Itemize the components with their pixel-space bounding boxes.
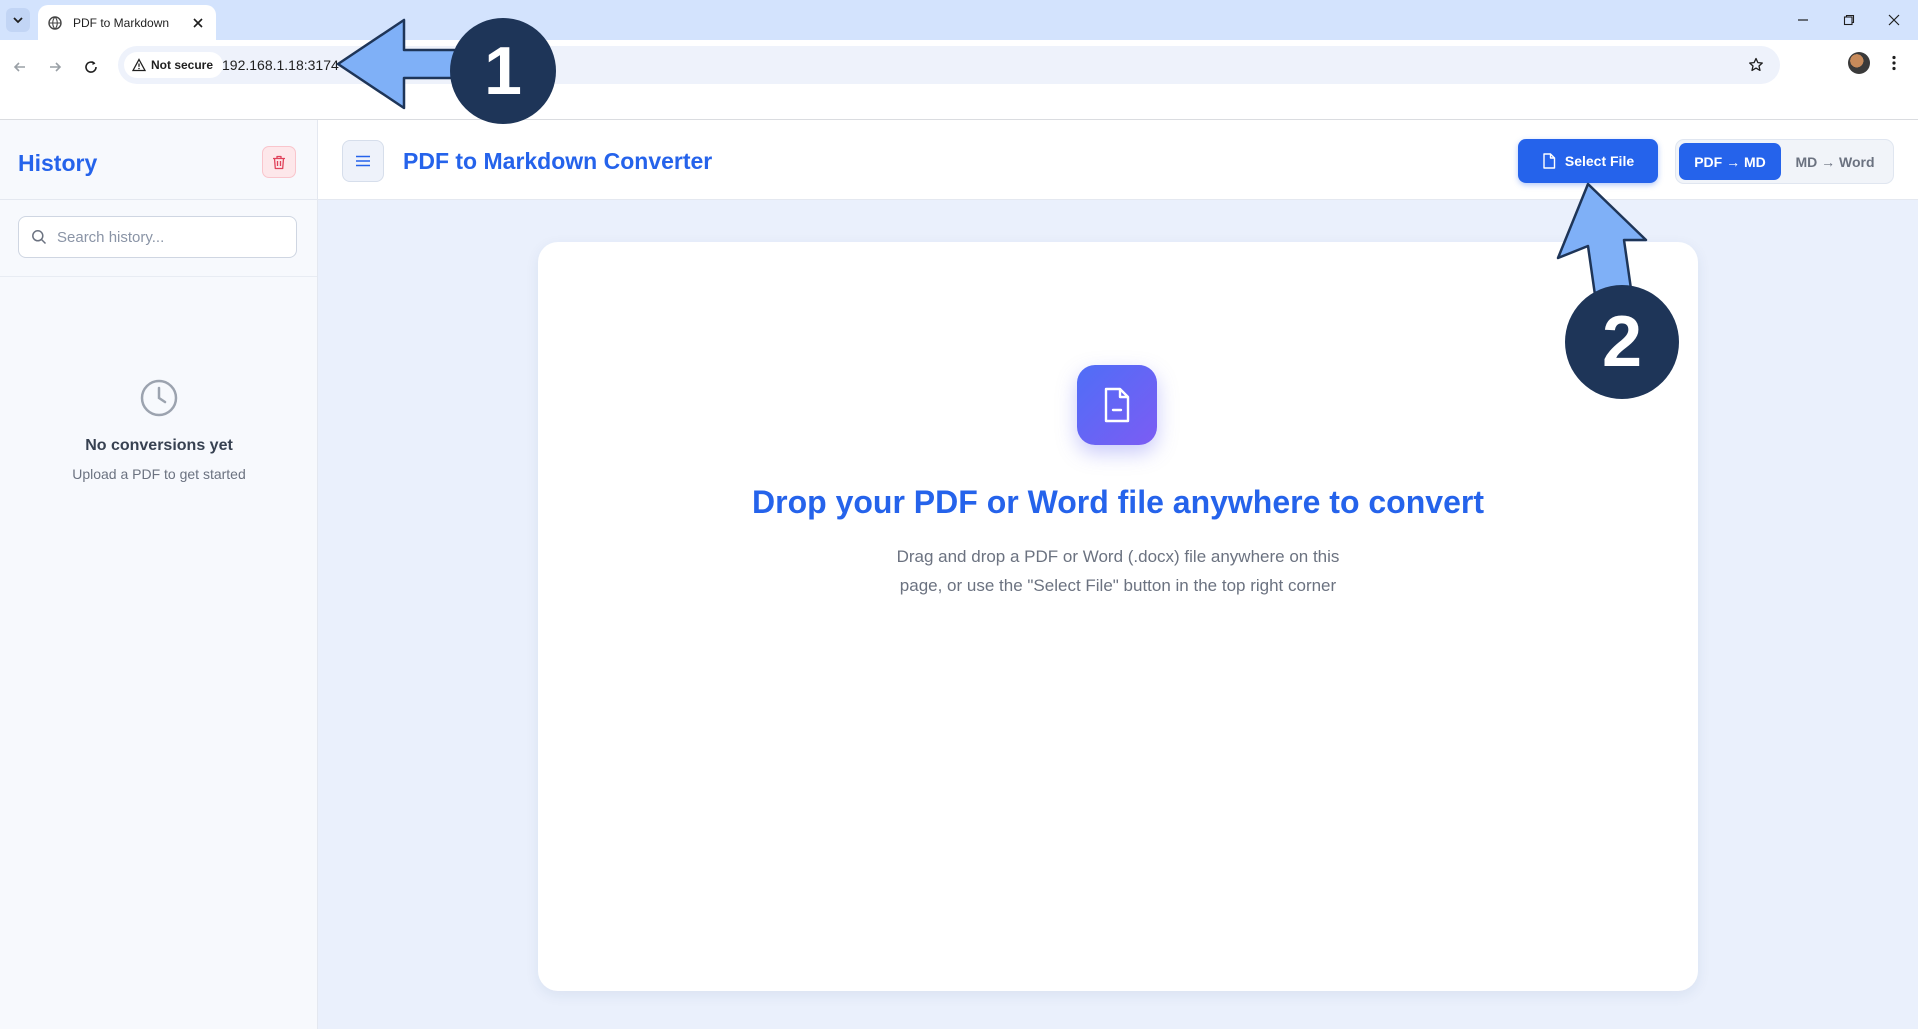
more-vertical-icon [1892, 55, 1896, 71]
globe-icon [48, 15, 64, 31]
browser-tab[interactable]: PDF to Markdown [38, 5, 216, 40]
security-label: Not secure [151, 58, 214, 72]
browser-tab-bar: PDF to Markdown [0, 0, 1918, 40]
empty-state-subtitle: Upload a PDF to get started [72, 466, 246, 482]
annotation-step-1: 1 [450, 18, 556, 124]
arrow-right-icon [50, 62, 62, 72]
main-content: PDF to Markdown Converter Select File PD… [318, 120, 1918, 1029]
close-icon [1888, 14, 1900, 26]
drop-description: Drag and drop a PDF or Word (.docx) file… [896, 547, 1340, 595]
close-window-button[interactable] [1874, 8, 1914, 32]
drop-title: Drop your PDF or Word file anywhere to c… [752, 484, 1484, 520]
sidebar-title: History [18, 150, 98, 176]
security-chip[interactable]: Not secure [124, 52, 224, 78]
reload-button[interactable] [75, 51, 107, 83]
mode-md-to-word[interactable]: MD → Word [1781, 143, 1889, 180]
clock-icon [140, 379, 178, 417]
sidebar-header: History [0, 120, 317, 200]
profile-avatar[interactable] [1848, 52, 1870, 74]
tab-search-button[interactable] [6, 8, 30, 32]
arrow-left-icon [13, 62, 25, 72]
mode-pdf-to-md[interactable]: PDF → MD [1679, 143, 1781, 180]
minimize-icon [1798, 19, 1808, 21]
browser-toolbar: Not secure 192.168.1.18:3174 [0, 40, 1918, 120]
url-text[interactable]: 192.168.1.18:3174 [222, 57, 339, 73]
warning-icon [132, 58, 146, 72]
forward-button[interactable] [39, 51, 71, 83]
page-title: PDF to Markdown Converter [403, 148, 713, 174]
annotation-step-2: 2 [1565, 285, 1679, 399]
select-file-label: Select File [1564, 153, 1635, 169]
history-sidebar: History No conversions yet Upload a PDF … [0, 120, 318, 1029]
drop-zone[interactable]: Drop your PDF or Word file anywhere to c… [538, 242, 1698, 991]
toggle-sidebar-button[interactable] [342, 140, 384, 182]
file-icon [1543, 153, 1556, 169]
restore-window-button[interactable] [1829, 8, 1869, 32]
clear-history-button[interactable] [262, 146, 296, 178]
chevron-down-icon [13, 17, 23, 24]
history-search-box[interactable] [18, 216, 297, 258]
document-icon [1077, 365, 1157, 445]
browser-menu-button[interactable] [1882, 51, 1906, 75]
menu-icon [356, 155, 370, 167]
history-empty-state: No conversions yet Upload a PDF to get s… [0, 378, 318, 482]
tab-title: PDF to Markdown [73, 15, 170, 30]
bookmark-star-icon[interactable] [1746, 55, 1766, 75]
history-search-section [0, 200, 317, 277]
select-file-button[interactable]: Select File [1518, 139, 1658, 183]
empty-state-title: No conversions yet [85, 437, 233, 454]
app-header: PDF to Markdown Converter Select File PD… [318, 120, 1918, 200]
search-icon [32, 230, 47, 245]
address-bar[interactable]: Not secure 192.168.1.18:3174 [118, 46, 1780, 84]
back-button[interactable] [4, 51, 36, 83]
trash-icon [273, 155, 285, 169]
history-search-input[interactable] [57, 228, 277, 246]
restore-icon [1843, 14, 1855, 26]
conversion-mode-toggle: PDF → MD MD → Word [1675, 139, 1894, 184]
close-tab-icon[interactable] [190, 15, 206, 31]
reload-icon [85, 61, 97, 73]
minimize-window-button[interactable] [1783, 8, 1823, 32]
